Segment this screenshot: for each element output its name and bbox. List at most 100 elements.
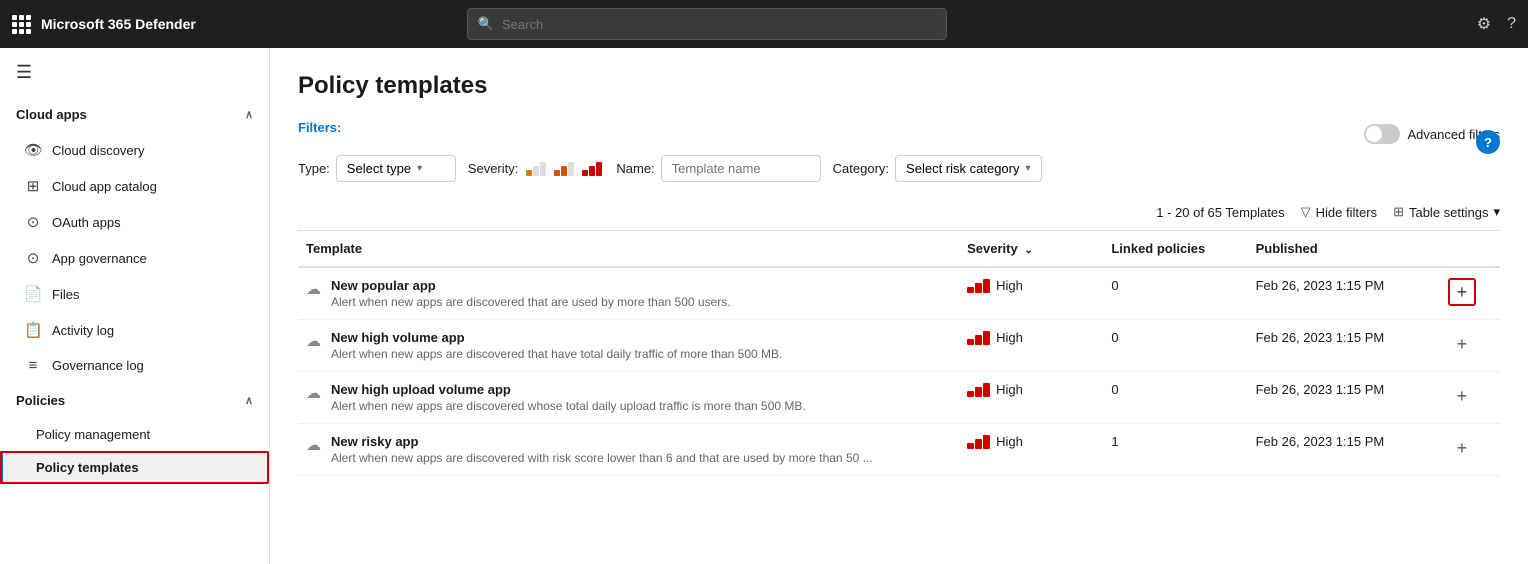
sidebar-item-governance-log[interactable]: ≡ Governance log [0,348,269,383]
policy-templates-table: Template Severity ⌄ Linked policies Publ… [298,231,1500,476]
chevron-down-icon: ▾ [1025,163,1030,174]
template-description: Alert when new apps are discovered that … [331,347,782,361]
table-settings-label: Table settings [1409,205,1489,220]
chevron-up-icon: ∧ [245,108,253,121]
sidebar-group-policies[interactable]: Policies ∧ [0,383,269,418]
category-select[interactable]: Select risk category ▾ [895,155,1041,182]
sidebar-item-oauth-apps[interactable]: ⊙ OAuth apps [0,204,269,240]
severity-medium-button[interactable] [552,160,576,178]
sidebar-item-label: Files [52,287,79,302]
name-input[interactable] [661,155,821,182]
category-select-value: Select risk category [906,161,1019,176]
filters-section: Filters: Type: Select type ▾ Severity: [298,120,1500,182]
col-header-severity[interactable]: Severity ⌄ [959,231,1103,267]
sidebar-item-activity-log[interactable]: 📋 Activity log [0,312,269,348]
sidebar-item-cloud-app-catalog[interactable]: ⊞ Cloud app catalog [0,168,269,204]
search-input[interactable] [502,17,936,32]
sidebar-item-cloud-discovery[interactable]: 👁 Cloud discovery [0,132,269,168]
hide-filters-button[interactable]: ▽ Hide filters [1301,204,1377,220]
category-filter: Category: Select risk category ▾ [833,155,1042,182]
table-count: 1 - 20 of 65 Templates [1156,205,1284,220]
sidebar-item-files[interactable]: 📄 Files [0,276,269,312]
type-select-value: Select type [347,161,411,176]
sidebar-item-app-governance[interactable]: ⊙ App governance [0,240,269,276]
sidebar-item-label: OAuth apps [52,215,121,230]
table-settings-icon: ⊞ [1393,204,1404,220]
filters-row: Type: Select type ▾ Severity: [298,155,1042,182]
type-label: Type: [298,161,330,176]
severity-cell: High [959,424,1103,476]
app-governance-icon: ⊙ [24,249,42,267]
chevron-down-icon: ▾ [1493,204,1500,220]
severity-label: High [996,382,1023,397]
sidebar-item-policy-templates[interactable]: Policy templates [0,451,269,484]
table-meta: 1 - 20 of 65 Templates ▽ Hide filters ⊞ … [298,194,1500,231]
sidebar-hamburger[interactable]: ☰ [0,48,269,97]
add-policy-button[interactable]: + [1448,382,1476,410]
activity-log-icon: 📋 [24,321,42,339]
severity-label: High [996,330,1023,345]
help-button[interactable]: ? [1476,130,1500,154]
add-policy-button[interactable]: + [1448,330,1476,358]
template-cell: ☁ New popular app Alert when new apps ar… [298,267,959,320]
help-icon[interactable]: ? [1507,15,1516,33]
col-header-published: Published [1248,231,1440,267]
severity-cell: High [959,267,1103,320]
app-title: Microsoft 365 Defender [41,16,196,32]
filters-left: Filters: Type: Select type ▾ Severity: [298,120,1042,182]
severity-filter: Severity: [468,160,605,178]
severity-label: Severity: [468,161,519,176]
name-label: Name: [616,161,654,176]
sidebar-group-label: Cloud apps [16,107,87,122]
severity-bars [967,279,990,293]
template-cell: ☁ New risky app Alert when new apps are … [298,424,959,476]
col-header-template: Template [298,231,959,267]
template-cell: ☁ New high upload volume app Alert when … [298,372,959,424]
severity-low-button[interactable] [524,160,548,178]
grid-icon [12,15,31,34]
severity-label: High [996,278,1023,293]
table-row: ☁ New high volume app Alert when new app… [298,320,1500,372]
template-name: New high volume app [331,330,782,345]
action-cell: + [1440,424,1500,476]
action-cell: + [1440,372,1500,424]
template-name: New high upload volume app [331,382,806,397]
type-select[interactable]: Select type ▾ [336,155,456,182]
advanced-filters-toggle[interactable] [1364,124,1400,144]
search-box[interactable]: 🔍 [467,8,947,40]
oauth-apps-icon: ⊙ [24,213,42,231]
add-policy-button[interactable]: + [1448,278,1476,306]
sidebar-item-policy-management[interactable]: Policy management [0,418,269,451]
sidebar-group-cloud-apps[interactable]: Cloud apps ∧ [0,97,269,132]
topbar-actions: ⚙ ? [1477,14,1516,34]
template-name: New risky app [331,434,873,449]
col-header-linked: Linked policies [1103,231,1247,267]
cloud-discovery-icon: 👁 [24,141,42,159]
action-cell: + [1440,267,1500,320]
chevron-down-icon: ▾ [417,163,422,174]
template-icon: ☁ [306,436,321,454]
action-cell: + [1440,320,1500,372]
sidebar: ☰ Cloud apps ∧ 👁 Cloud discovery ⊞ Cloud… [0,48,270,564]
severity-high-button[interactable] [580,160,604,178]
sort-icon: ⌄ [1024,245,1032,256]
sidebar-item-label: Policy templates [36,460,139,475]
linked-cell: 0 [1103,320,1247,372]
severity-icons [524,160,604,178]
topbar: Microsoft 365 Defender 🔍 ⚙ ? [0,0,1528,48]
settings-icon[interactable]: ⚙ [1477,14,1491,34]
add-policy-button[interactable]: + [1448,434,1476,462]
table-header-row: Template Severity ⌄ Linked policies Publ… [298,231,1500,267]
sidebar-group-label: Policies [16,393,65,408]
linked-cell: 1 [1103,424,1247,476]
col-header-action [1440,231,1500,267]
app-logo: Microsoft 365 Defender [12,15,196,34]
table-settings-button[interactable]: ⊞ Table settings ▾ [1393,204,1500,220]
severity-label: High [996,434,1023,449]
sidebar-item-label: App governance [52,251,147,266]
search-icon: 🔍 [478,16,494,32]
published-cell: Feb 26, 2023 1:15 PM [1248,424,1440,476]
template-description: Alert when new apps are discovered that … [331,295,731,309]
template-description: Alert when new apps are discovered with … [331,451,873,465]
sidebar-item-label: Policy management [36,427,150,442]
